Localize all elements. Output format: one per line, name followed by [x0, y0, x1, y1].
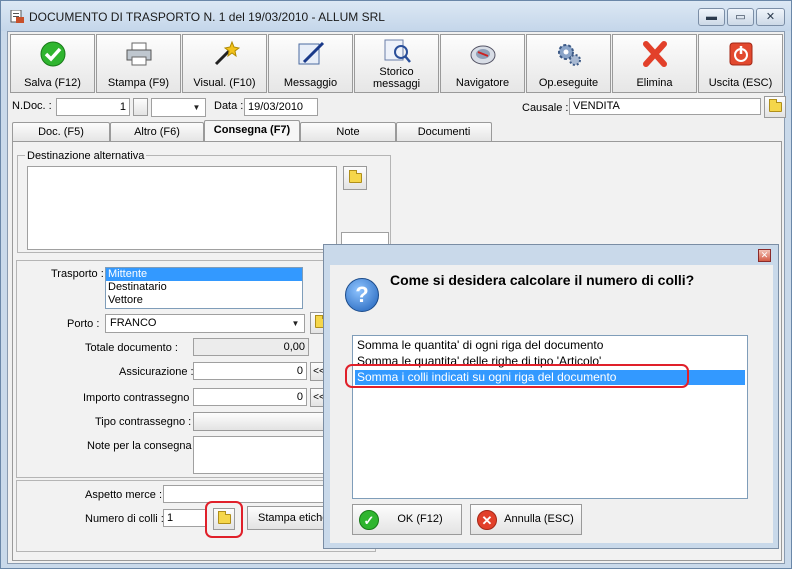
tab-consegna[interactable]: Consegna (F7): [204, 120, 300, 142]
check-icon: [40, 41, 65, 67]
colli-input[interactable]: 1: [163, 509, 207, 527]
options-list[interactable]: Somma le quantita' di ogni riga del docu…: [352, 335, 748, 499]
window-title: DOCUMENTO DI TRASPORTO N. 1 del 19/03/20…: [29, 10, 385, 24]
ndoc-label: N.Doc. :: [12, 100, 52, 112]
printer-icon: [126, 42, 151, 66]
tipo-contrassegno-label: Tipo contrassegno :: [95, 416, 192, 428]
porto-label: Porto :: [67, 318, 100, 330]
trasporto-list[interactable]: Mittente Destinatario Vettore: [105, 267, 303, 309]
operations-done-label: Op.eseguite: [538, 77, 599, 89]
question-icon: ?: [345, 278, 379, 312]
app-doc-icon: [10, 10, 24, 23]
option-item[interactable]: Somma le quantita' di ogni riga del docu…: [355, 338, 745, 353]
app-window: DOCUMENTO DI TRASPORTO N. 1 del 19/03/20…: [0, 0, 792, 569]
aspetto-input[interactable]: [163, 485, 333, 503]
ndoc-extra-button[interactable]: [133, 98, 148, 116]
message-history-label: Storico messaggi: [372, 66, 421, 90]
contrassegno-label: Importo contrassegno :: [83, 392, 196, 404]
date-label: Data :: [214, 100, 244, 112]
totale-label: Totale documento :: [85, 342, 178, 354]
message-history-icon: [384, 39, 411, 63]
tab-note[interactable]: Note: [300, 122, 396, 141]
cancel-x-icon: ✕: [477, 510, 497, 530]
chevron-down-icon: ▼: [291, 319, 300, 328]
colli-dialog: ✕ ? Come si desidera calcolare il numero…: [323, 244, 779, 549]
causale-label: Causale :: [522, 102, 569, 114]
maximize-button[interactable]: ▭: [727, 8, 754, 26]
tab-documenti[interactable]: Documenti: [396, 122, 492, 141]
assicurazione-input[interactable]: 0: [193, 362, 307, 380]
exit-button[interactable]: Uscita (ESC): [698, 34, 783, 93]
dialog-close-button[interactable]: ✕: [758, 249, 771, 262]
title-bar[interactable]: DOCUMENTO DI TRASPORTO N. 1 del 19/03/20…: [1, 1, 791, 31]
destinazione-browse-button[interactable]: [343, 166, 367, 190]
dialog-question: Come si desidera calcolare il numero di …: [390, 272, 695, 288]
delete-label: Elimina: [636, 77, 673, 89]
colli-label: Numero di colli :: [85, 513, 164, 525]
contrassegno-input[interactable]: 0: [193, 388, 307, 406]
folder-icon: [349, 170, 362, 183]
cancel-button[interactable]: ✕ Annulla (ESC): [470, 504, 582, 535]
message-button[interactable]: Messaggio: [268, 34, 353, 93]
note-consegna-textarea[interactable]: [193, 436, 333, 474]
cancel-label: Annulla (ESC): [504, 513, 574, 525]
print-label: Stampa (F9): [107, 77, 170, 89]
dialog-body: Somma le quantita' di ogni riga del docu…: [330, 329, 773, 543]
folder-icon: [769, 99, 782, 112]
highlight-ring: [205, 501, 243, 538]
tab-doc[interactable]: Doc. (F5): [12, 122, 110, 141]
aspetto-label: Aspetto merce :: [85, 489, 163, 501]
date-input[interactable]: 19/03/2010: [244, 98, 318, 116]
note-consegna-label: Note per la consegna: [87, 440, 192, 452]
exit-label: Uscita (ESC): [708, 77, 773, 89]
assicurazione-label: Assicurazione :: [119, 366, 194, 378]
minimize-button[interactable]: ▬: [698, 8, 725, 26]
dialog-header: ? Come si desidera calcolare il numero d…: [330, 265, 773, 329]
list-item[interactable]: Destinatario: [106, 281, 302, 294]
porto-select[interactable]: FRANCO ▼: [105, 314, 305, 333]
navigator-label: Navigatore: [455, 77, 510, 89]
destinazione-label: Destinazione alternativa: [25, 150, 147, 162]
ok-button[interactable]: ✓ OK (F12): [352, 504, 462, 535]
navigator-button[interactable]: Navigatore: [440, 34, 525, 93]
list-item[interactable]: Mittente: [106, 268, 302, 281]
print-button[interactable]: Stampa (F9): [96, 34, 181, 93]
delete-button[interactable]: Elimina: [612, 34, 697, 93]
exit-icon: [729, 42, 752, 66]
operations-done-button[interactable]: Op.eseguite: [526, 34, 611, 93]
save-button[interactable]: Salva (F12): [10, 34, 95, 93]
message-history-button[interactable]: Storico messaggi: [354, 34, 439, 93]
preview-button[interactable]: Visual. (F10): [182, 34, 267, 93]
chevron-down-icon: ▼: [192, 103, 201, 112]
message-label: Messaggio: [283, 77, 338, 89]
preview-label: Visual. (F10): [193, 77, 256, 89]
close-button[interactable]: ✕: [756, 8, 785, 26]
ok-label: OK (F12): [397, 513, 443, 525]
causale-browse-button[interactable]: [764, 96, 786, 118]
message-pen-icon: [298, 41, 324, 65]
navigator-icon: [470, 45, 495, 65]
delete-x-icon: [642, 41, 667, 67]
gears-icon: [557, 44, 581, 66]
save-label: Salva (F12): [24, 77, 81, 89]
magic-wand-icon: [214, 40, 240, 66]
totale-field: 0,00: [193, 338, 309, 356]
porto-value: FRANCO: [110, 317, 157, 329]
causale-input[interactable]: VENDITA: [569, 98, 761, 115]
destinazione-textarea[interactable]: [27, 166, 337, 250]
highlight-ring: [345, 364, 689, 388]
ndoc-input[interactable]: 1: [56, 98, 130, 116]
tab-altro[interactable]: Altro (F6): [110, 122, 204, 141]
list-item[interactable]: Vettore: [106, 294, 302, 307]
ndoc-series-select[interactable]: ▼: [151, 98, 206, 117]
tipo-contrassegno-select[interactable]: [193, 412, 333, 431]
check-icon: ✓: [359, 510, 379, 530]
trasporto-label: Trasporto :: [51, 268, 104, 280]
